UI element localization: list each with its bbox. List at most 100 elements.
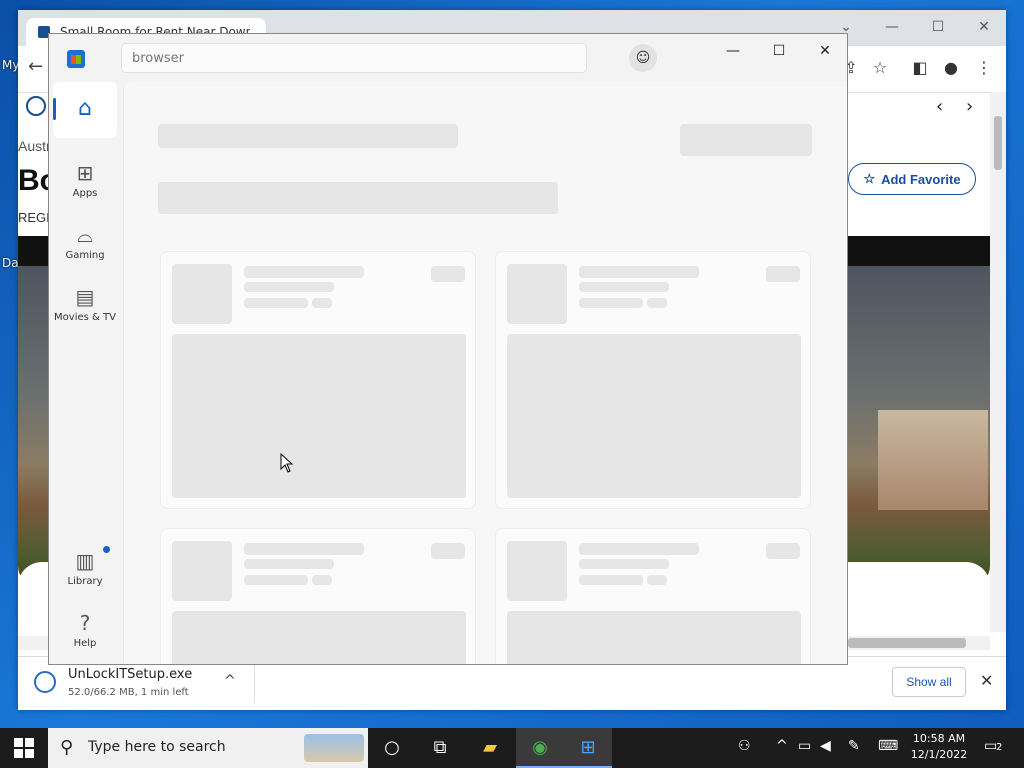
download-file-name[interactable]: UnLockITSetup.exe xyxy=(68,667,192,682)
sidebar-item-library[interactable]: ▥ Library xyxy=(53,540,117,596)
skeleton-line xyxy=(244,575,308,585)
bookmark-star-icon[interactable]: ☆ xyxy=(869,58,891,77)
close-icon[interactable]: ✕ xyxy=(980,671,993,690)
taskbar: ⚲ Type here to search ○ ⧉ ▰ ◉ ⊞ ⚇ ^ ▭ ◀ … xyxy=(0,728,1024,768)
account-icon[interactable]: ☺ xyxy=(629,44,657,72)
taskbar-search-placeholder: Type here to search xyxy=(88,739,226,755)
minimize-icon[interactable]: — xyxy=(717,40,749,62)
desktop-icon-label[interactable]: Da xyxy=(2,256,19,270)
skeleton-line xyxy=(579,298,643,308)
sidebar-item-help[interactable]: ? Help xyxy=(53,602,117,658)
store-taskbar-icon[interactable]: ⊞ xyxy=(564,728,612,768)
search-icon: ⚲ xyxy=(60,737,74,758)
skeleton-card xyxy=(495,251,811,509)
store-window: ☺ — ☐ ✕ ⌂ ⊞ Apps ⌓ Gaming ▤ Movies & TV … xyxy=(48,33,848,665)
search-input[interactable] xyxy=(121,43,587,73)
notification-dot xyxy=(103,546,110,553)
mouse-cursor-icon xyxy=(280,453,294,473)
close-icon[interactable]: ✕ xyxy=(972,16,996,38)
sidebar-item-label: Gaming xyxy=(65,250,105,261)
volume-icon[interactable]: ◀ xyxy=(820,738,831,754)
skeleton-line xyxy=(244,266,364,278)
chrome-taskbar-icon[interactable]: ◉ xyxy=(516,728,564,768)
pen-icon[interactable]: ✎ xyxy=(848,738,860,754)
skeleton-line xyxy=(647,575,667,585)
help-icon: ? xyxy=(79,611,91,635)
clock-date: 12/1/2022 xyxy=(910,748,968,761)
skeleton-badge xyxy=(431,543,465,559)
file-explorer-icon[interactable]: ▰ xyxy=(466,728,514,768)
skeleton-thumb xyxy=(172,264,232,324)
skeleton-thumb xyxy=(507,264,567,324)
network-icon[interactable]: ▭ xyxy=(798,738,811,754)
skeleton-thumb xyxy=(507,541,567,601)
skeleton-line xyxy=(244,298,308,308)
clapperboard-icon: ▤ xyxy=(75,285,95,309)
maximize-icon[interactable]: ☐ xyxy=(763,40,795,62)
gamepad-icon: ⌓ xyxy=(77,223,93,247)
skeleton-line xyxy=(312,575,332,585)
sidebar-item-movies-tv[interactable]: ▤ Movies & TV xyxy=(53,276,117,332)
skeleton-line xyxy=(244,543,364,555)
vertical-scrollbar-thumb[interactable] xyxy=(994,116,1002,170)
skeleton-title xyxy=(158,124,458,148)
sidebar: ⌂ ⊞ Apps ⌓ Gaming ▤ Movies & TV ▥ Librar… xyxy=(49,82,123,664)
add-favorite-button[interactable]: ☆ Add Favorite xyxy=(848,163,976,195)
skeleton-badge xyxy=(766,266,800,282)
chevron-up-icon[interactable]: ^ xyxy=(224,673,236,689)
horizontal-scrollbar-thumb[interactable] xyxy=(848,638,966,648)
sidebar-item-home[interactable]: ⌂ xyxy=(53,82,117,138)
skeleton-thumb xyxy=(172,541,232,601)
notification-count: 2 xyxy=(996,742,1003,753)
minimize-icon[interactable]: — xyxy=(880,16,904,38)
skeleton-card xyxy=(160,251,476,509)
library-icon: ▥ xyxy=(75,549,95,573)
show-all-button[interactable]: Show all xyxy=(892,667,966,697)
desktop-icon-label[interactable]: My xyxy=(2,58,19,72)
skeleton-line xyxy=(579,282,669,292)
sidebar-item-label: Apps xyxy=(72,188,98,199)
sidebar-item-gaming[interactable]: ⌓ Gaming xyxy=(53,214,117,270)
skeleton-card xyxy=(495,528,811,664)
site-logo-icon[interactable] xyxy=(26,96,46,116)
close-icon[interactable]: ✕ xyxy=(809,40,841,62)
page-region-text: REGI xyxy=(18,210,50,225)
clock-time: 10:58 AM xyxy=(912,732,966,745)
loading-content xyxy=(123,82,847,664)
cortana-icon[interactable]: ○ xyxy=(368,728,416,768)
skeleton-line xyxy=(312,298,332,308)
sidebar-item-label: Library xyxy=(67,576,103,587)
profile-icon[interactable]: ● xyxy=(940,58,962,77)
skeleton-line xyxy=(647,298,667,308)
windows-start-icon[interactable] xyxy=(14,738,34,758)
star-outline-icon: ☆ xyxy=(863,171,876,186)
skeleton-line xyxy=(579,575,643,585)
skeleton-badge xyxy=(766,543,800,559)
skeleton-image xyxy=(507,334,801,498)
maximize-icon[interactable]: ☐ xyxy=(926,16,950,38)
add-favorite-label: Add Favorite xyxy=(881,171,961,187)
system-clock[interactable]: 10:58 AM 12/1/2022 xyxy=(904,731,974,763)
skeleton-image xyxy=(172,611,466,664)
skeleton-subtitle xyxy=(158,182,558,214)
download-file-icon xyxy=(34,671,56,693)
active-indicator xyxy=(53,98,56,120)
chevron-up-icon[interactable]: ^ xyxy=(776,738,788,754)
prev-chevron-icon[interactable]: ‹ xyxy=(936,96,943,117)
skeleton-badge xyxy=(431,266,465,282)
people-icon[interactable]: ⚇ xyxy=(738,738,751,754)
vertical-scrollbar[interactable] xyxy=(990,92,1006,632)
keyboard-icon[interactable]: ⌨ xyxy=(878,738,898,754)
taskbar-search-box[interactable]: ⚲ Type here to search xyxy=(48,728,368,768)
side-panel-icon[interactable]: ◧ xyxy=(909,58,931,77)
search-highlight-image xyxy=(304,734,364,762)
apps-grid-icon: ⊞ xyxy=(76,161,94,185)
sidebar-item-label: Movies & TV xyxy=(54,312,116,323)
menu-kebab-icon[interactable]: ⋮ xyxy=(973,58,995,77)
skeleton-line xyxy=(579,559,669,569)
back-arrow-icon[interactable]: ← xyxy=(28,56,43,77)
next-chevron-icon[interactable]: › xyxy=(966,96,973,117)
skeleton-line xyxy=(579,266,699,278)
task-view-icon[interactable]: ⧉ xyxy=(416,728,464,768)
sidebar-item-apps[interactable]: ⊞ Apps xyxy=(53,152,117,208)
